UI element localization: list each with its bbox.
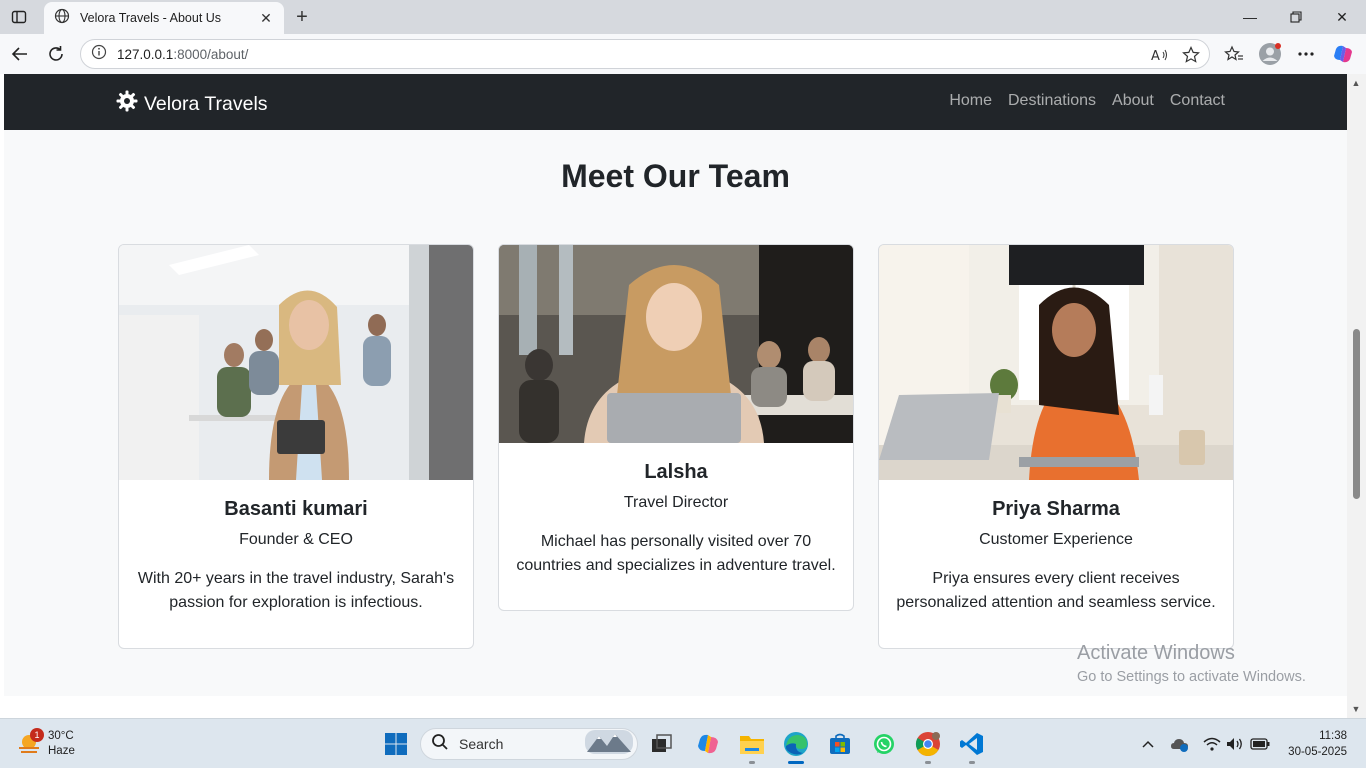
active-app-indicator xyxy=(788,761,804,764)
page-viewport: Velora Travels Home Destinations About C… xyxy=(0,74,1366,718)
browser-tab-strip: Velora Travels - About Us ✕ + — ✕ xyxy=(0,0,1366,34)
windows-start-icon[interactable] xyxy=(382,730,410,758)
nav-home[interactable]: Home xyxy=(949,92,992,110)
team-member-description: Michael has personally visited over 70 c… xyxy=(516,533,836,574)
search-icon xyxy=(431,733,449,756)
url-host: 127.0.0.1 xyxy=(117,46,174,62)
microsoft-store-icon[interactable] xyxy=(826,730,854,758)
team-card: Basanti kumari Founder & CEO With 20+ ye… xyxy=(118,244,474,649)
section-title: Meet Our Team xyxy=(561,158,790,194)
weather-temp: 30°C xyxy=(48,730,74,742)
scroll-down-icon[interactable]: ▼ xyxy=(1351,704,1361,714)
team-member-role: Founder & CEO xyxy=(239,531,353,548)
team-member-photo xyxy=(119,245,473,480)
team-member-description: With 20+ years in the travel industry, S… xyxy=(137,570,455,611)
clock-date: 30-05-2025 xyxy=(1288,746,1347,758)
scrollbar-thumb[interactable] xyxy=(1353,329,1360,499)
team-member-role: Travel Director xyxy=(623,494,729,511)
running-indicator xyxy=(969,761,975,764)
minimize-icon[interactable]: — xyxy=(1228,4,1272,30)
chrome-icon[interactable] xyxy=(914,730,942,758)
tab-title: Velora Travels - About Us xyxy=(80,11,222,25)
favorites-icon[interactable] xyxy=(1222,42,1246,66)
activate-windows-subtitle: Go to Settings to activate Windows. xyxy=(1077,669,1306,685)
team-member-name: Basanti kumari xyxy=(224,498,368,520)
battery-icon[interactable] xyxy=(1250,734,1270,754)
site-info-icon[interactable] xyxy=(91,44,107,65)
team-member-name: Lalsha xyxy=(644,461,708,483)
page-scrollbar[interactable]: ▲ ▼ xyxy=(1347,74,1366,718)
team-member-photo xyxy=(499,245,853,443)
browser-tab[interactable]: Velora Travels - About Us ✕ xyxy=(44,2,284,34)
scroll-up-icon[interactable]: ▲ xyxy=(1351,78,1361,88)
favorite-star-icon[interactable] xyxy=(1180,44,1202,66)
activate-windows-title: Activate Windows xyxy=(1077,642,1235,664)
search-highlight-mountains-icon xyxy=(585,729,633,759)
system-clock[interactable]: 11:38 30-05-2025 xyxy=(1288,728,1347,760)
nav-destinations[interactable]: Destinations xyxy=(1008,92,1096,110)
file-explorer-icon[interactable] xyxy=(738,730,766,758)
weather-desc: Haze xyxy=(48,745,75,757)
back-icon[interactable] xyxy=(8,42,32,66)
address-toolbar: 127.0.0.1:8000/about/ A xyxy=(0,34,1366,74)
url-path: :8000/about/ xyxy=(173,46,249,62)
about-page: Velora Travels Home Destinations About C… xyxy=(4,74,1347,696)
card-body: Priya Sharma Customer Experience Priya e… xyxy=(879,480,1233,615)
show-hidden-icons-chevron-icon[interactable] xyxy=(1138,734,1158,754)
nav-contact[interactable]: Contact xyxy=(1170,92,1225,110)
url-text: 127.0.0.1:8000/about/ xyxy=(117,47,248,62)
tab-actions-icon[interactable] xyxy=(8,6,30,28)
weather-badge: 1 xyxy=(30,728,44,742)
url-bar[interactable]: 127.0.0.1:8000/about/ A xyxy=(80,39,1210,69)
search-placeholder: Search xyxy=(459,736,504,752)
task-view-icon[interactable] xyxy=(648,730,676,758)
nav-links: Home Destinations About Contact xyxy=(933,92,1225,110)
running-indicator xyxy=(925,761,931,764)
team-member-description: Priya ensures every client receives pers… xyxy=(896,570,1216,611)
clock-time: 11:38 xyxy=(1319,730,1347,742)
team-member-role: Customer Experience xyxy=(979,531,1133,548)
taskbar-search[interactable]: Search xyxy=(420,728,638,760)
card-body: Basanti kumari Founder & CEO With 20+ ye… xyxy=(119,480,473,615)
onedrive-icon[interactable] xyxy=(1170,734,1190,754)
windows-taskbar: 1 30°C Haze Search 11:38 30-05-2025 xyxy=(0,718,1366,768)
card-body: Lalsha Travel Director Michael has perso… xyxy=(499,443,853,578)
team-member-photo xyxy=(879,245,1233,480)
svg-text:A: A xyxy=(1151,49,1160,63)
team-card: Priya Sharma Customer Experience Priya e… xyxy=(878,244,1234,649)
weather-text: 30°C Haze xyxy=(48,729,75,759)
weather-widget[interactable]: 1 30°C Haze xyxy=(16,728,75,759)
read-aloud-icon[interactable]: A xyxy=(1149,44,1171,66)
site-navbar: Velora Travels Home Destinations About C… xyxy=(4,74,1347,130)
running-indicator xyxy=(749,761,755,764)
gear-logo-icon xyxy=(116,90,138,118)
profile-avatar-icon[interactable] xyxy=(1258,42,1282,66)
vscode-icon[interactable] xyxy=(958,730,986,758)
close-tab-icon[interactable]: ✕ xyxy=(258,10,274,26)
copilot-app-icon[interactable] xyxy=(694,730,722,758)
team-card: Lalsha Travel Director Michael has perso… xyxy=(498,244,854,611)
brand-logo[interactable]: Velora Travels xyxy=(116,90,268,118)
refresh-icon[interactable] xyxy=(44,42,68,66)
edge-browser-icon[interactable] xyxy=(782,730,810,758)
team-member-name: Priya Sharma xyxy=(992,498,1120,520)
whatsapp-icon[interactable] xyxy=(870,730,898,758)
wifi-icon[interactable] xyxy=(1202,734,1222,754)
copilot-icon[interactable] xyxy=(1331,42,1355,66)
nav-about[interactable]: About xyxy=(1112,92,1154,110)
brand-name: Velora Travels xyxy=(144,92,268,115)
new-tab-icon[interactable]: + xyxy=(290,5,314,29)
more-options-icon[interactable] xyxy=(1294,42,1318,66)
restore-icon[interactable] xyxy=(1274,4,1318,30)
weather-haze-icon: 1 xyxy=(16,728,44,757)
volume-icon[interactable] xyxy=(1225,734,1245,754)
globe-icon xyxy=(54,8,70,29)
close-window-icon[interactable]: ✕ xyxy=(1320,4,1364,30)
activate-windows-watermark: Activate Windows Go to Settings to activ… xyxy=(1077,642,1306,685)
